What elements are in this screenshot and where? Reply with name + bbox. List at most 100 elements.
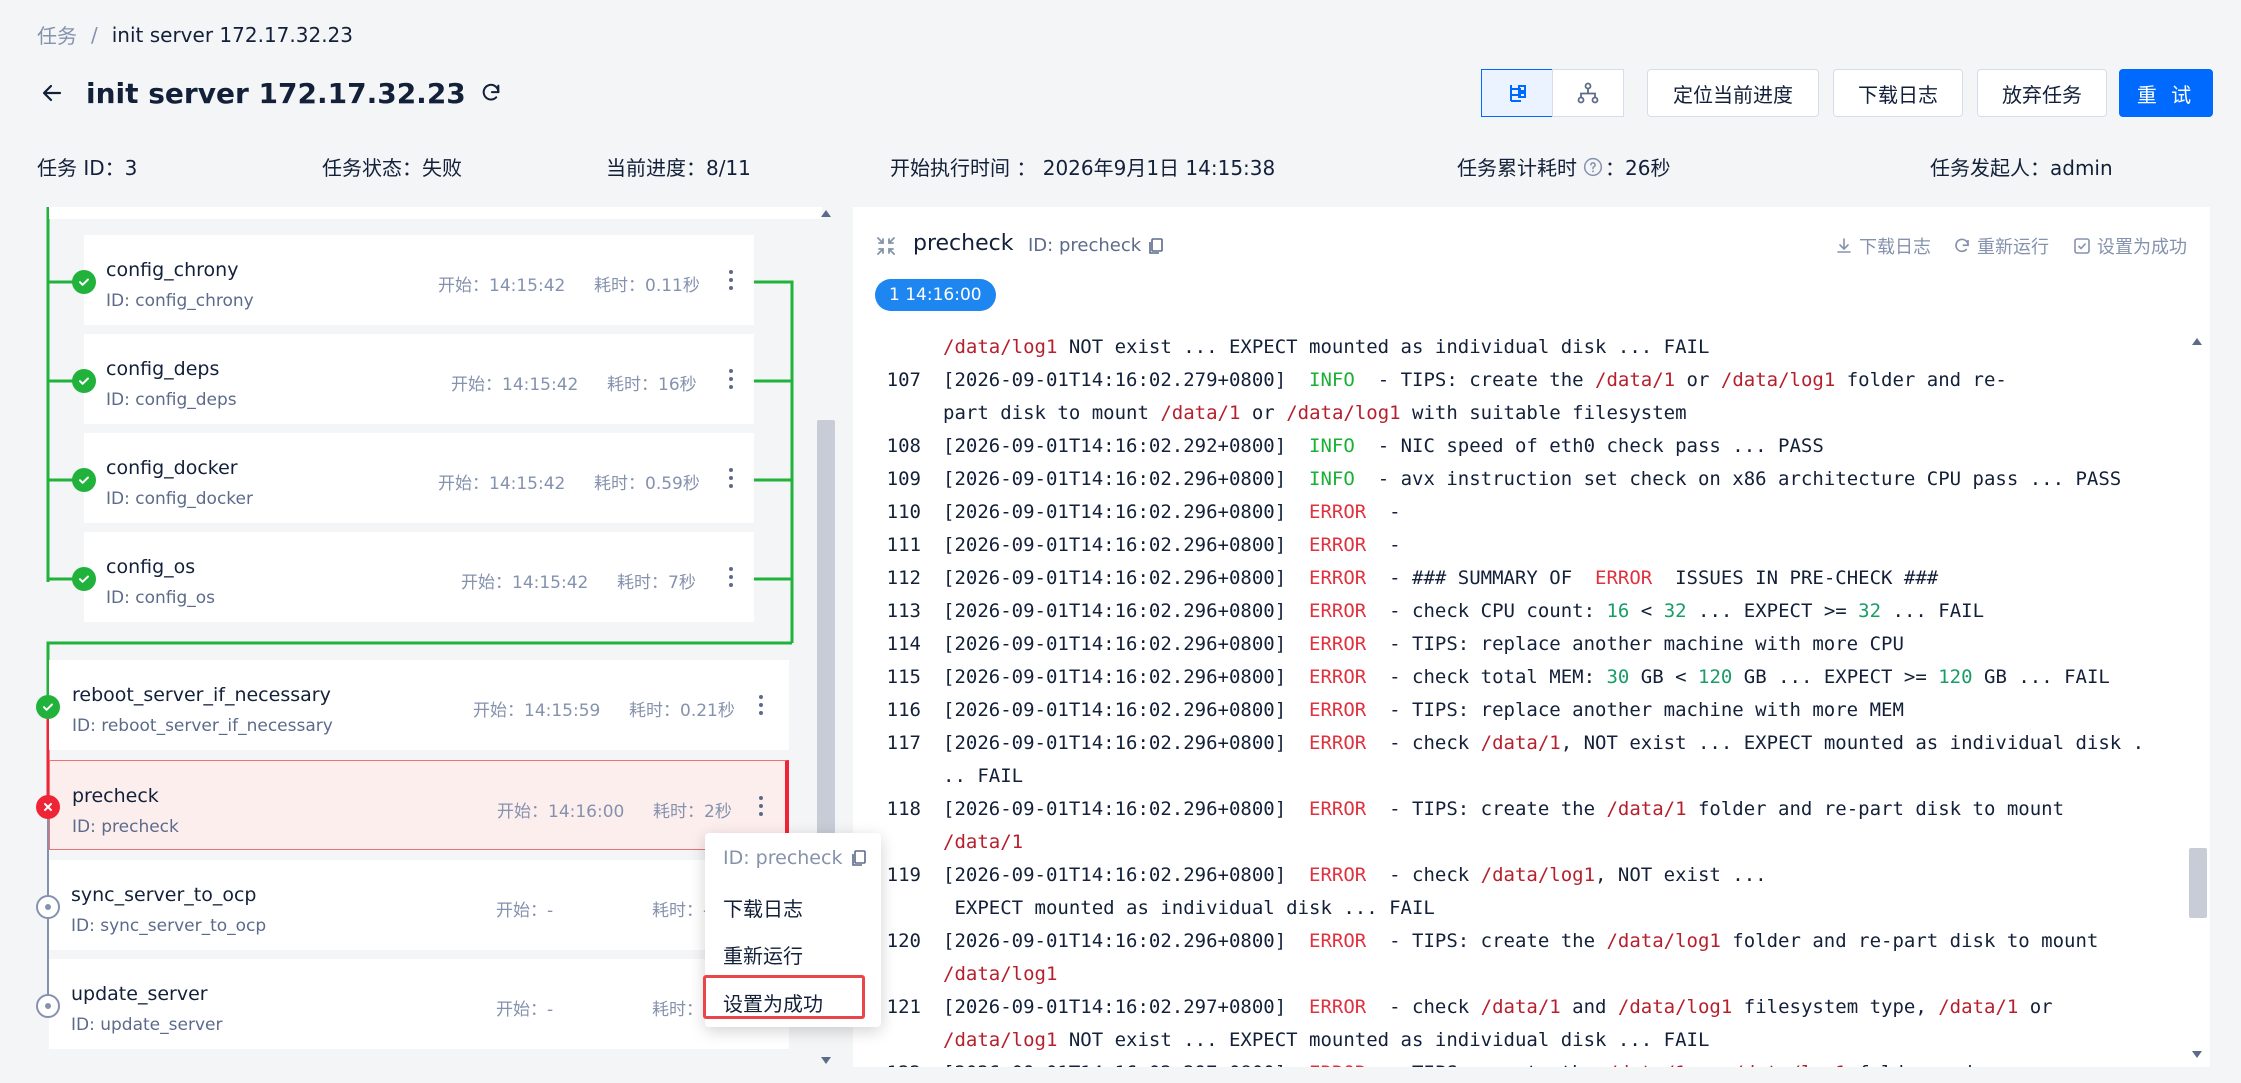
- node-cost: 耗时：0.21秒: [629, 701, 735, 721]
- more-vertical-icon[interactable]: [724, 463, 738, 493]
- arrow-left-icon[interactable]: [34, 75, 70, 111]
- breadcrumb-root[interactable]: 任务: [37, 20, 77, 49]
- close-circle-icon: [36, 795, 60, 819]
- more-vertical-icon[interactable]: [724, 364, 738, 394]
- task-start-time: 开始执行时间 ： 2026年9月1日 14:15:38: [890, 156, 1276, 180]
- pending-circle-icon: [36, 895, 60, 919]
- help-circle-icon[interactable]: [1583, 157, 1603, 177]
- scroll-up-icon[interactable]: [819, 207, 833, 219]
- highlight-box: [703, 975, 865, 1019]
- node-start: 开始：14:15:42: [461, 573, 589, 593]
- task-node-card[interactable]: sync_server_to_ocp ID: sync_server_to_oc…: [49, 860, 789, 950]
- abandon-task-button[interactable]: 放弃任务: [1977, 69, 2107, 117]
- checkbox-icon: [2073, 237, 2091, 255]
- task-node-card[interactable]: [49, 207, 822, 219]
- node-start: 开始：-: [496, 901, 554, 921]
- list-view-icon[interactable]: [1481, 69, 1553, 117]
- node-cost: 耗时：2秒: [653, 802, 732, 822]
- task-node-card[interactable]: config_deps ID: config_deps 开始：14:15:42 …: [84, 334, 754, 424]
- log-set-success-link[interactable]: 设置为成功: [2073, 233, 2187, 259]
- node-id: ID: config_deps: [106, 390, 237, 410]
- task-status: 任务状态：失败: [322, 156, 462, 180]
- menu-item-download-log[interactable]: 下载日志: [723, 893, 803, 922]
- node-id: ID: precheck: [72, 817, 179, 837]
- breadcrumb-current: init server 172.17.32.23: [111, 22, 353, 47]
- log-time-tag[interactable]: 1 14:16:00: [875, 279, 996, 311]
- task-node-card[interactable]: config_os ID: config_os 开始：14:15:42 耗时：7…: [84, 532, 754, 622]
- task-node-card[interactable]: config_docker ID: config_docker 开始：14:15…: [84, 433, 754, 523]
- log-node-id: ID: precheck: [1028, 235, 1165, 256]
- node-cost: 耗时：16秒: [607, 375, 697, 395]
- task-initiator: 任务发起人：admin: [1930, 156, 2113, 180]
- view-toggle: [1481, 69, 1624, 117]
- copy-icon[interactable]: [850, 849, 868, 867]
- log-download-link[interactable]: 下载日志: [1835, 233, 1931, 259]
- task-cost-label: 任务累计耗时: [1457, 156, 1577, 180]
- node-cost: 耗时：-: [652, 901, 710, 921]
- check-circle-icon: [72, 270, 96, 294]
- page-title: init server 172.17.32.23: [86, 76, 466, 110]
- node-context-menu: ID: precheck 下载日志 重新运行 设置为成功: [703, 833, 881, 1027]
- node-cost: 耗时：0.59秒: [594, 474, 700, 494]
- node-name: config_docker: [106, 457, 238, 479]
- node-id: ID: config_chrony: [106, 291, 254, 311]
- title-row: init server 172.17.32.23: [34, 72, 506, 114]
- more-vertical-icon[interactable]: [754, 791, 768, 821]
- node-name: precheck: [72, 785, 159, 807]
- task-cost: 任务累计耗时 ：26秒: [1457, 152, 1670, 181]
- tree-view-icon[interactable]: [1552, 69, 1624, 117]
- node-id: ID: update_server: [71, 1015, 223, 1035]
- download-icon: [1835, 237, 1853, 255]
- refresh-icon: [1953, 237, 1971, 255]
- download-log-button[interactable]: 下载日志: [1833, 69, 1963, 117]
- log-rerun-link[interactable]: 重新运行: [1953, 233, 2049, 259]
- more-vertical-icon[interactable]: [724, 562, 738, 592]
- task-node-card[interactable]: reboot_server_if_necessary ID: reboot_se…: [49, 660, 789, 750]
- task-node-card[interactable]: config_chrony ID: config_chrony 开始：14:15…: [84, 235, 754, 325]
- node-start: 开始：14:15:42: [438, 276, 566, 296]
- node-cost: 耗时：0.11秒: [594, 276, 700, 296]
- flow-scrollbar-thumb[interactable]: [817, 420, 835, 860]
- check-circle-icon: [72, 567, 96, 591]
- node-start: 开始：14:15:42: [438, 474, 566, 494]
- log-content: /data/log1 NOT exist ... EXPECT mounted …: [886, 336, 2145, 1067]
- context-menu-id: ID: precheck: [723, 847, 868, 869]
- task-node-card-selected[interactable]: precheck ID: precheck 开始：14:16:00 耗时：2秒: [49, 760, 789, 850]
- breadcrumb: 任务 / init server 172.17.32.23: [37, 20, 353, 49]
- node-start: 开始：14:15:59: [473, 701, 601, 721]
- node-start: 开始：14:15:42: [451, 375, 579, 395]
- more-vertical-icon[interactable]: [724, 265, 738, 295]
- collapse-icon[interactable]: [875, 235, 897, 261]
- node-id: ID: sync_server_to_ocp: [71, 916, 267, 936]
- task-cost-value: ：26秒: [1605, 156, 1671, 180]
- log-panel-header: precheck ID: precheck 下载日志 重新运行 设置为成功 1 …: [853, 207, 2210, 331]
- node-name: config_deps: [106, 358, 220, 380]
- scroll-up-icon[interactable]: [2190, 335, 2204, 347]
- check-circle-icon: [36, 695, 60, 719]
- scroll-down-icon[interactable]: [819, 1055, 833, 1067]
- log-scrollbar[interactable]: [2187, 331, 2207, 1067]
- log-node-id-text: ID: precheck: [1028, 235, 1142, 256]
- refresh-icon[interactable]: [476, 78, 506, 108]
- log-scrollbar-thumb[interactable]: [2189, 848, 2207, 918]
- retry-button[interactable]: 重 试: [2119, 69, 2213, 117]
- log-rerun-label: 重新运行: [1977, 237, 2049, 258]
- node-cost: 耗时：7秒: [617, 573, 696, 593]
- node-id: ID: config_docker: [106, 489, 253, 509]
- node-id: ID: config_os: [106, 588, 216, 608]
- copy-icon[interactable]: [1147, 237, 1165, 255]
- menu-item-rerun[interactable]: 重新运行: [723, 940, 803, 969]
- node-start: 开始：14:16:00: [497, 802, 625, 822]
- log-download-label: 下载日志: [1859, 237, 1931, 258]
- more-vertical-icon[interactable]: [754, 690, 768, 720]
- node-cost: 耗时：-: [652, 1000, 710, 1020]
- check-circle-icon: [72, 468, 96, 492]
- log-node-name: precheck: [913, 231, 1014, 256]
- locate-progress-button[interactable]: 定位当前进度: [1647, 69, 1819, 117]
- check-circle-icon: [72, 369, 96, 393]
- node-start: 开始：-: [496, 1000, 554, 1020]
- task-id: 任务 ID：3: [37, 156, 138, 180]
- scroll-down-icon[interactable]: [2190, 1049, 2204, 1061]
- task-node-card[interactable]: update_server ID: update_server 开始：- 耗时：…: [49, 959, 789, 1049]
- context-menu-id-text: ID: precheck: [723, 847, 843, 869]
